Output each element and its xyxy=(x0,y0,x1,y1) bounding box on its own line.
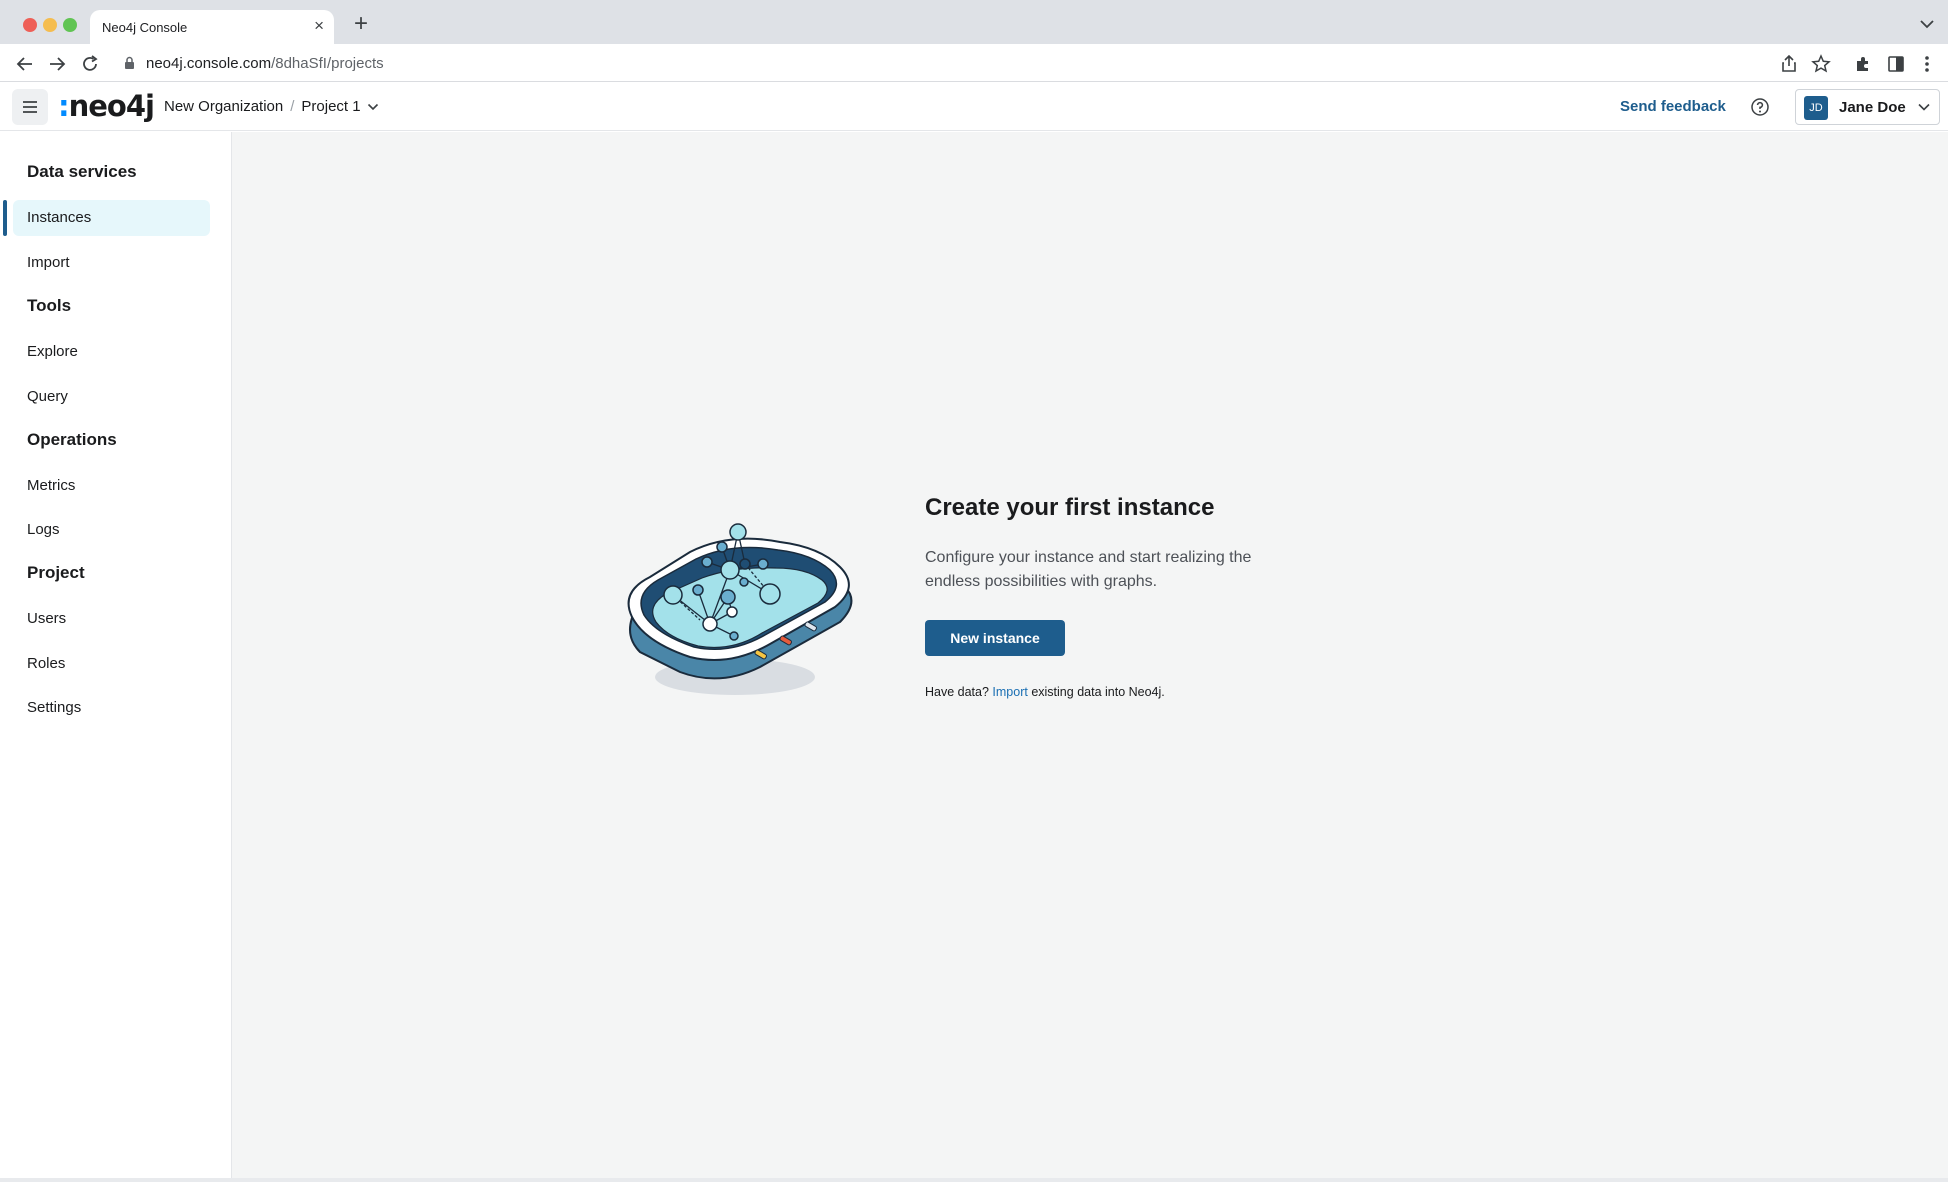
user-name: Jane Doe xyxy=(1839,99,1906,116)
avatar: JD xyxy=(1804,96,1828,120)
url-host: neo4j.console.com xyxy=(146,55,272,72)
hamburger-menu-button[interactable] xyxy=(12,89,48,125)
sidebar-item-instances[interactable]: Instances xyxy=(13,200,210,236)
user-menu-button[interactable]: JD Jane Doe xyxy=(1795,89,1940,125)
import-hint-prefix: Have data? xyxy=(925,685,993,699)
sidebar: Data services Instances Import Tools Exp… xyxy=(0,132,232,1178)
sidebar-item-metrics[interactable]: Metrics xyxy=(13,468,210,504)
section-title-tools: Tools xyxy=(27,296,72,315)
breadcrumb-separator: / xyxy=(290,98,295,115)
browser-tab-bar: Neo4j Console × + xyxy=(0,0,1948,44)
sidebar-item-explore[interactable]: Explore xyxy=(13,334,210,370)
new-instance-button[interactable]: New instance xyxy=(925,620,1065,656)
browser-tab-active[interactable]: Neo4j Console × xyxy=(90,10,334,44)
breadcrumb: New Organization / Project 1 xyxy=(164,98,379,115)
graph-pool-illustration xyxy=(627,523,853,695)
sidebar-item-label: Users xyxy=(27,610,67,627)
close-tab-icon[interactable]: × xyxy=(314,17,324,35)
import-link[interactable]: Import xyxy=(992,685,1027,699)
kebab-icon[interactable] xyxy=(1916,53,1938,75)
new-tab-icon[interactable]: + xyxy=(354,12,368,36)
hamburger-icon xyxy=(23,101,37,113)
sidebar-item-roles[interactable]: Roles xyxy=(13,646,210,682)
reload-icon[interactable] xyxy=(79,53,101,75)
window-minimize-button[interactable] xyxy=(43,18,57,32)
sidebar-item-import[interactable]: Import xyxy=(13,245,210,281)
window-bottom-border xyxy=(0,1178,1948,1182)
import-hint: Have data? Import existing data into Neo… xyxy=(925,685,1165,699)
sidebar-item-label: Metrics xyxy=(27,477,76,494)
lock-icon[interactable] xyxy=(124,56,135,75)
send-feedback-link[interactable]: Send feedback xyxy=(1620,98,1726,115)
browser-tab-title: Neo4j Console xyxy=(102,20,188,35)
main-content: Create your first instance Configure you… xyxy=(232,132,1948,1178)
active-indicator xyxy=(3,200,7,236)
sidebar-item-label: Logs xyxy=(27,521,60,538)
breadcrumb-organization[interactable]: New Organization xyxy=(164,98,283,115)
chevron-down-icon[interactable] xyxy=(367,103,379,111)
star-icon[interactable] xyxy=(1810,53,1832,75)
extensions-icon[interactable] xyxy=(1852,53,1874,75)
sidebar-item-label: Instances xyxy=(27,209,92,226)
empty-state-title: Create your first instance xyxy=(925,494,1215,521)
help-icon[interactable] xyxy=(1749,96,1771,123)
neo4j-logo[interactable]: :neo4j xyxy=(58,89,155,123)
url-field[interactable]: neo4j.console.com/8dhaSfI/projects xyxy=(146,55,384,72)
empty-state-description: Configure your instance and start realiz… xyxy=(925,549,1252,590)
window-zoom-button[interactable] xyxy=(63,18,77,32)
logo-text: neo4j xyxy=(68,89,155,123)
section-title-data-services: Data services xyxy=(27,162,137,181)
section-title-operations: Operations xyxy=(27,430,117,449)
sidepanel-icon[interactable] xyxy=(1885,53,1907,75)
breadcrumb-project[interactable]: Project 1 xyxy=(301,98,360,115)
sidebar-item-settings[interactable]: Settings xyxy=(13,690,210,726)
sidebar-item-query[interactable]: Query xyxy=(13,379,210,415)
sidebar-item-users[interactable]: Users xyxy=(13,601,210,637)
sidebar-item-label: Import xyxy=(27,254,70,271)
logo-dot-icon: : xyxy=(58,89,70,123)
share-icon[interactable] xyxy=(1778,53,1800,75)
forward-arrow-icon[interactable] xyxy=(46,53,68,75)
import-hint-suffix: existing data into Neo4j. xyxy=(1027,685,1165,699)
sidebar-item-label: Settings xyxy=(27,699,82,716)
sidebar-item-label: Roles xyxy=(27,655,66,672)
sidebar-item-label: Query xyxy=(27,388,68,405)
browser-address-bar: neo4j.console.com/8dhaSfI/projects xyxy=(0,44,1948,82)
sidebar-item-label: Explore xyxy=(27,343,78,360)
back-arrow-icon[interactable] xyxy=(14,53,36,75)
section-title-project: Project xyxy=(27,563,85,582)
window-close-button[interactable] xyxy=(23,18,37,32)
app-header: :neo4j New Organization / Project 1 Send… xyxy=(0,83,1948,131)
url-path: /8dhaSfI/projects xyxy=(271,55,384,72)
tab-search-chevron-icon[interactable] xyxy=(1920,16,1934,34)
chevron-down-icon xyxy=(1917,100,1931,119)
sidebar-item-logs[interactable]: Logs xyxy=(13,512,210,548)
